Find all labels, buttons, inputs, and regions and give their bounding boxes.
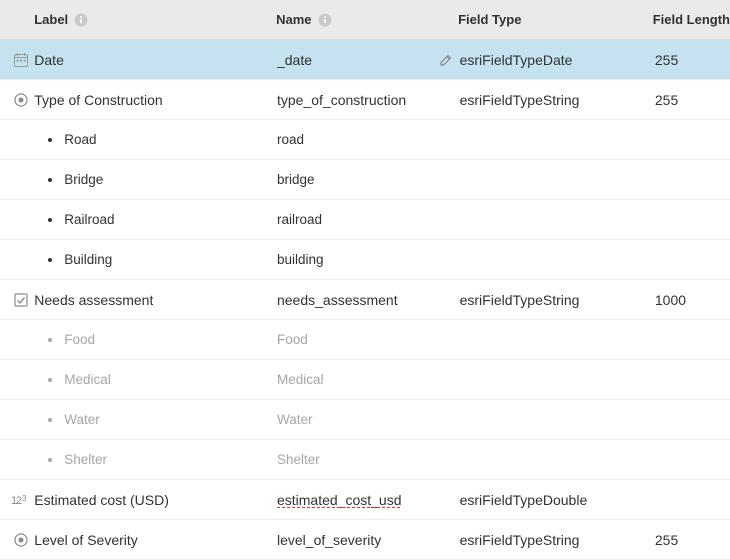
option-name: bridge bbox=[277, 172, 315, 187]
option-row[interactable]: Railroad railroad bbox=[0, 200, 730, 240]
bullet-icon bbox=[48, 378, 52, 382]
row-label: Level of Severity bbox=[34, 532, 138, 548]
option-label: Medical bbox=[64, 372, 111, 387]
bullet-icon bbox=[48, 138, 52, 142]
header-name[interactable]: Name bbox=[276, 12, 430, 27]
row-length: 1000 bbox=[655, 292, 686, 308]
row-label: Date bbox=[34, 52, 64, 68]
header-name-text: Name bbox=[276, 12, 311, 27]
bullet-icon bbox=[48, 338, 52, 342]
option-row[interactable]: Building building bbox=[0, 240, 730, 280]
option-name: road bbox=[277, 132, 304, 147]
row-name: estimated_cost_usd bbox=[277, 492, 402, 508]
svg-text:3: 3 bbox=[22, 494, 27, 503]
row-name: level_of_severity bbox=[277, 532, 381, 548]
option-name: Water bbox=[277, 412, 313, 427]
bullet-icon bbox=[48, 178, 52, 182]
option-label: Food bbox=[64, 332, 95, 347]
checkbox-icon bbox=[0, 292, 34, 308]
option-label: Water bbox=[64, 412, 100, 427]
table-row[interactable]: Type of Construction type_of_construction… bbox=[0, 80, 730, 120]
header-field-length[interactable]: Field Length bbox=[653, 12, 730, 27]
row-name: needs_assessment bbox=[277, 292, 398, 308]
row-name: type_of_construction bbox=[277, 92, 406, 108]
numeric-icon: 123 bbox=[0, 493, 34, 507]
option-label: Shelter bbox=[64, 452, 107, 467]
header-type-text: Field Type bbox=[458, 12, 521, 27]
row-type: esriFieldTypeString bbox=[460, 532, 580, 548]
option-name: Food bbox=[277, 332, 308, 347]
info-icon[interactable] bbox=[318, 13, 332, 27]
radio-icon bbox=[0, 92, 34, 108]
row-length: 255 bbox=[655, 532, 678, 548]
table-row[interactable]: Date _date esriFieldTypeDate 255 bbox=[0, 40, 730, 80]
bullet-icon bbox=[48, 418, 52, 422]
option-row[interactable]: Food Food bbox=[0, 320, 730, 360]
table-row[interactable]: 123Estimated cost (USD) estimated_cost_us… bbox=[0, 480, 730, 520]
row-type: esriFieldTypeString bbox=[460, 292, 580, 308]
header-label[interactable]: Label bbox=[34, 12, 276, 27]
pencil-icon[interactable] bbox=[439, 53, 453, 67]
option-row[interactable]: Water Water bbox=[0, 400, 730, 440]
bullet-icon bbox=[48, 258, 52, 262]
edit-cell[interactable] bbox=[431, 53, 459, 67]
info-icon[interactable] bbox=[74, 13, 88, 27]
row-label: Needs assessment bbox=[34, 292, 153, 308]
radio-icon bbox=[0, 532, 34, 548]
option-name: railroad bbox=[277, 212, 322, 227]
row-type: esriFieldTypeDate bbox=[460, 52, 573, 68]
bullet-icon bbox=[48, 458, 52, 462]
option-label: Building bbox=[64, 252, 112, 267]
table-row[interactable]: Needs assessment needs_assessment esriFiel… bbox=[0, 280, 730, 320]
row-label: Estimated cost (USD) bbox=[34, 492, 169, 508]
bullet-icon bbox=[48, 218, 52, 222]
option-label: Railroad bbox=[64, 212, 114, 227]
table-row[interactable]: Level of Severity level_of_severity esriFi… bbox=[0, 520, 730, 560]
option-name: Shelter bbox=[277, 452, 320, 467]
header-length-text: Field Length bbox=[653, 12, 730, 27]
row-length: 255 bbox=[655, 92, 678, 108]
option-label: Road bbox=[64, 132, 96, 147]
table-header: Label Name Field Type Field Length bbox=[0, 0, 730, 40]
option-row[interactable]: Bridge bridge bbox=[0, 160, 730, 200]
row-name: _date bbox=[277, 52, 312, 68]
option-row[interactable]: Shelter Shelter bbox=[0, 440, 730, 480]
row-type: esriFieldTypeDouble bbox=[460, 492, 588, 508]
header-field-type[interactable]: Field Type bbox=[458, 12, 653, 27]
header-label-text: Label bbox=[34, 12, 68, 27]
row-label: Type of Construction bbox=[34, 92, 162, 108]
option-name: building bbox=[277, 252, 324, 267]
row-type: esriFieldTypeString bbox=[460, 92, 580, 108]
calendar-icon bbox=[0, 52, 34, 68]
option-row[interactable]: Medical Medical bbox=[0, 360, 730, 400]
fields-table: Label Name Field Type Field Length Date _… bbox=[0, 0, 730, 560]
option-name: Medical bbox=[277, 372, 324, 387]
option-row[interactable]: Road road bbox=[0, 120, 730, 160]
row-length: 255 bbox=[655, 52, 678, 68]
option-label: Bridge bbox=[64, 172, 103, 187]
